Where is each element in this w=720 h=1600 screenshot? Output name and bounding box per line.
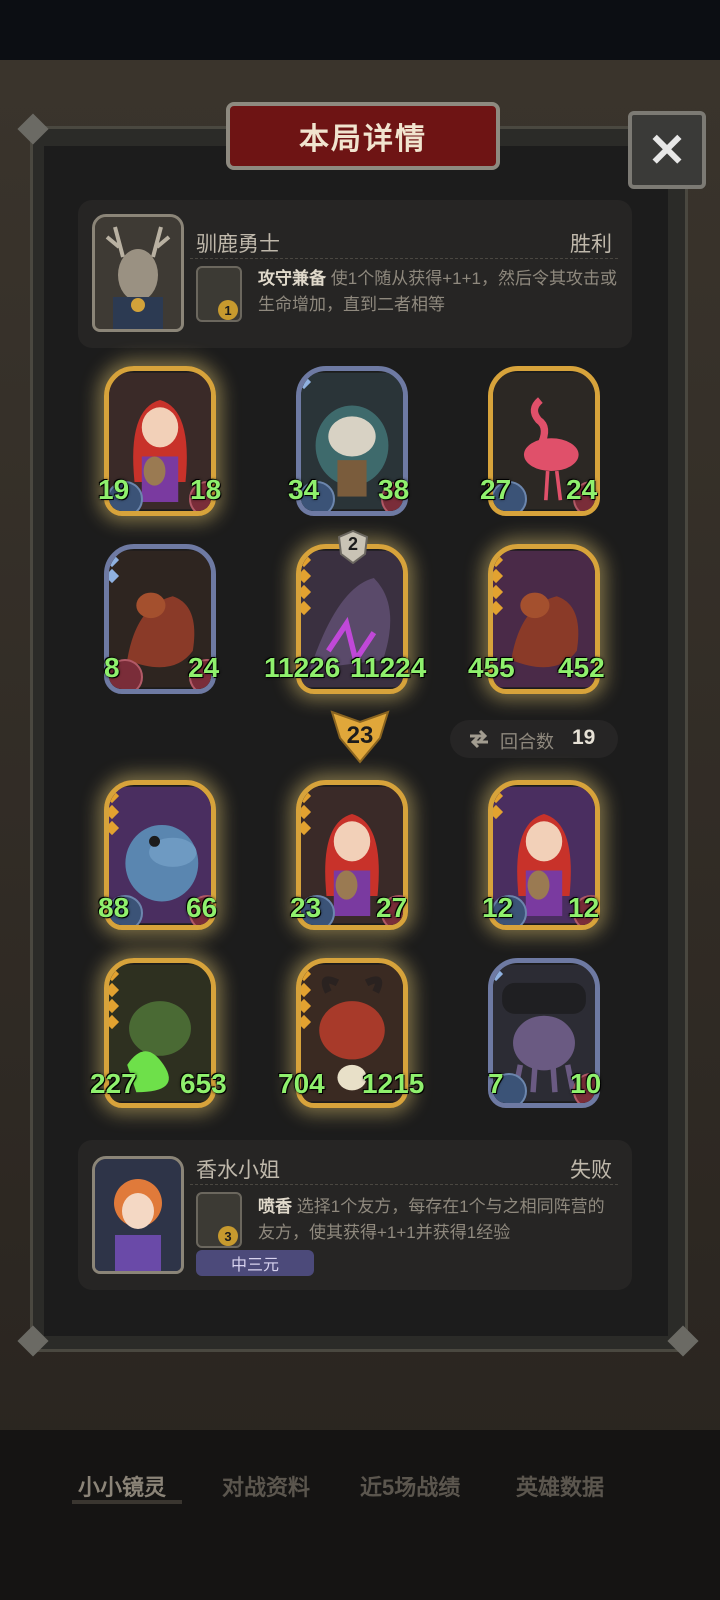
skill-level-badge: 1 <box>218 300 238 320</box>
health-value: 10 <box>570 1068 602 1099</box>
player-top-result: 胜利 <box>570 233 612 256</box>
attack-value: 19 <box>98 474 130 505</box>
attack-value: 704 <box>278 1068 325 1099</box>
skill-name: 攻守兼备 <box>258 269 326 288</box>
health-value: 12 <box>568 892 600 923</box>
health-value: 66 <box>186 892 218 923</box>
star-rank <box>493 552 504 619</box>
attack-value: 7 <box>488 1068 504 1099</box>
attack-value: 12 <box>482 892 514 923</box>
attack-value: 455 <box>468 652 515 683</box>
player-bottom-portrait[interactable] <box>92 1156 184 1274</box>
health-value: 24 <box>188 652 220 683</box>
close-button[interactable]: ✕ <box>628 111 706 189</box>
star-rank <box>301 788 312 839</box>
level-number: 2 <box>347 534 358 554</box>
health-value: 653 <box>180 1068 227 1099</box>
health-value: 18 <box>190 474 222 505</box>
player-tag: 中三元 <box>196 1250 314 1276</box>
attack-value: 34 <box>288 474 320 505</box>
swap-arrows-icon <box>470 729 488 749</box>
health-value: 27 <box>376 892 408 923</box>
attack-value: 88 <box>98 892 130 923</box>
current-round: 23 <box>346 722 374 749</box>
skill-name: 喷香 <box>258 1197 292 1216</box>
perfume-lady-hero-icon <box>95 1159 181 1271</box>
nav-active-indicator <box>72 1500 182 1504</box>
player-bottom-result: 失败 <box>570 1159 612 1182</box>
divider <box>190 258 618 259</box>
star-rank <box>493 966 504 985</box>
star-rank <box>301 552 312 619</box>
star-rank <box>109 966 120 1033</box>
nav-tab-hero-data[interactable]: 英雄数据 <box>516 1470 604 1502</box>
attack-value: 11226 <box>264 652 341 683</box>
round-label: 回合数 <box>500 732 554 752</box>
bottom-nav <box>0 1430 720 1600</box>
attack-value: 27 <box>480 474 512 505</box>
health-value: 24 <box>566 474 598 505</box>
nav-tab-mini-spirit[interactable]: 小小镜灵 <box>78 1470 166 1502</box>
player-top-name: 驯鹿勇士 <box>196 233 280 256</box>
star-rank <box>301 374 312 393</box>
health-value: 11224 <box>350 652 427 683</box>
dialog-title: 本局详情 <box>226 102 500 170</box>
attack-value: 8 <box>104 652 120 683</box>
star-rank <box>109 788 120 839</box>
attack-value: 23 <box>290 892 322 923</box>
player-top-skill: 攻守兼备 使1个随从获得+1+1，然后令其攻击或生命增加，直到二者相等 <box>258 266 620 318</box>
health-value: 452 <box>558 652 605 683</box>
player-bottom-skill: 喷香 选择1个友方，每存在1个与之相同阵营的友方，使其获得+1+1并获得1经验 <box>258 1194 620 1246</box>
player-top-portrait[interactable] <box>92 214 184 332</box>
skill-level-badge: 3 <box>218 1226 238 1246</box>
nav-tab-battle-info[interactable]: 对战资料 <box>222 1470 310 1502</box>
divider <box>190 1184 618 1185</box>
health-value: 38 <box>378 474 410 505</box>
player-bottom-name: 香水小姐 <box>196 1159 280 1182</box>
star-rank <box>109 552 120 587</box>
close-icon: ✕ <box>647 124 687 176</box>
skill-description: 选择1个友方，每存在1个与之相同阵营的友方，使其获得+1+1并获得1经验 <box>258 1197 605 1242</box>
reindeer-hero-icon <box>95 217 181 329</box>
star-rank <box>493 788 504 823</box>
health-value: 1215 <box>362 1068 425 1099</box>
star-rank <box>301 966 312 1033</box>
nav-tab-recent-matches[interactable]: 近5场战绩 <box>360 1470 460 1502</box>
round-count: 19 <box>572 726 596 749</box>
attack-value: 227 <box>90 1068 137 1099</box>
